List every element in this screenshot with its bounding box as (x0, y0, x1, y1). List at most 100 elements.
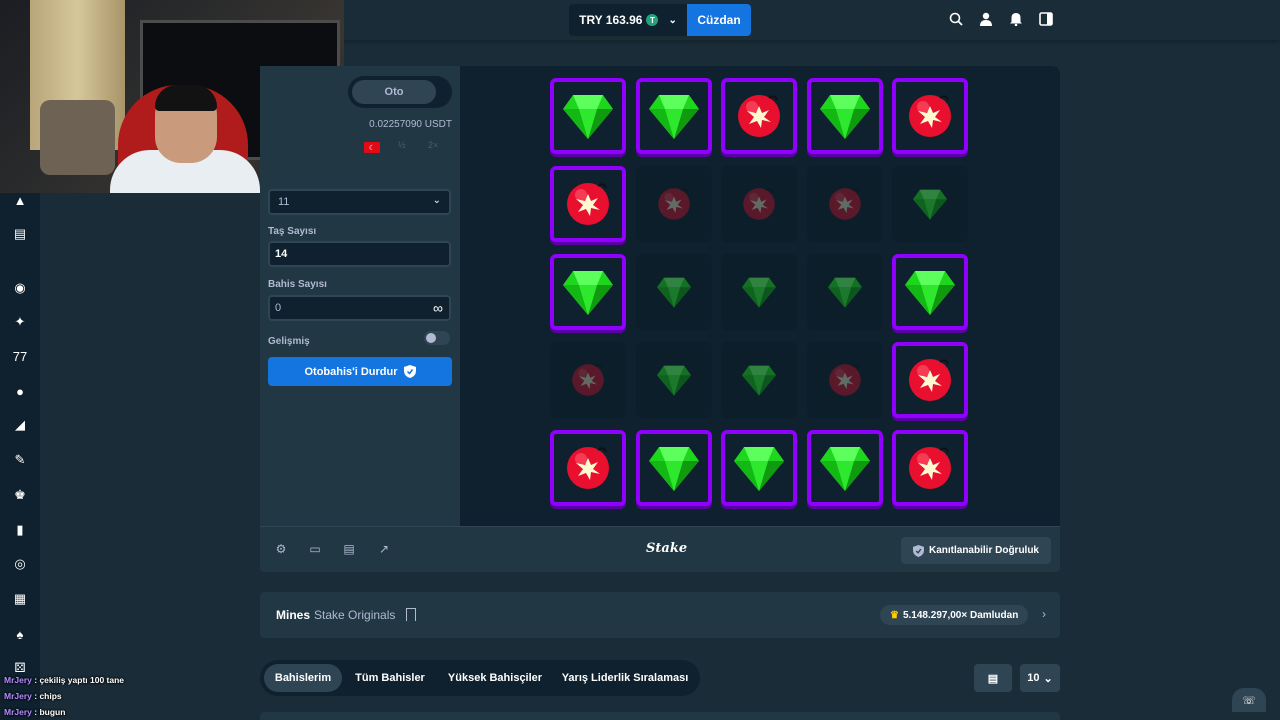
gift-icon[interactable]: ▦ (12, 591, 28, 607)
gem-tile[interactable] (550, 78, 626, 154)
double-button[interactable]: 2× (428, 140, 438, 150)
mine-tile[interactable] (721, 78, 797, 154)
mine-tile[interactable] (806, 166, 883, 242)
provably-fair-button[interactable]: Kanıtlanabilir Doğruluk (901, 537, 1051, 564)
wallet-button[interactable]: Cüzdan (687, 4, 751, 36)
mine-icon (828, 364, 861, 396)
news-icon[interactable]: ▤ (12, 226, 28, 242)
advanced-toggle[interactable] (424, 331, 450, 345)
tab-race-leaderboard[interactable]: Yarış Liderlik Sıralaması (556, 664, 694, 692)
chat-user: MrJery (4, 707, 32, 717)
bet-count-field[interactable]: 0 ∞ (268, 295, 451, 321)
usdt-value: 0.02257090 USDT (369, 119, 452, 130)
gem-tile[interactable] (635, 254, 712, 330)
support-headset-icon[interactable]: ☏ (1232, 688, 1266, 712)
search-icon[interactable] (948, 11, 964, 27)
bell-icon[interactable] (1008, 11, 1024, 27)
mine-tile[interactable] (550, 166, 626, 242)
mine-icon (738, 95, 780, 137)
mic-icon[interactable]: ✎ (12, 452, 28, 468)
gems-field[interactable]: 14 (268, 241, 451, 267)
bookmark-icon[interactable] (406, 608, 416, 621)
mine-tile[interactable] (635, 166, 712, 242)
mine-tile[interactable] (550, 430, 626, 506)
bets-count-value: 10 (1027, 672, 1040, 684)
game-title: Mines (276, 608, 311, 622)
mines-board (460, 66, 1060, 526)
game-panel: Oto 0.02257090 USDT ☾ ½ 2× 11 ⌄ Taş Sayı… (260, 66, 1060, 572)
chevron-right-icon[interactable]: › (1042, 607, 1046, 621)
mine-tile[interactable] (550, 342, 626, 418)
gem-icon (734, 447, 784, 491)
gear-icon[interactable]: ⚙ (274, 542, 288, 556)
chat-message: çekiliş yaptı 100 tane (39, 675, 125, 685)
mine-icon (567, 447, 609, 489)
gem-icon (656, 365, 691, 396)
roulette-icon[interactable]: ◎ (12, 556, 28, 572)
crown-icon[interactable]: ♚ (12, 487, 28, 503)
mine-tile[interactable] (892, 342, 968, 418)
top-icons (948, 11, 1054, 27)
fire-icon[interactable]: ● (12, 383, 28, 399)
webcam-armchair (40, 100, 115, 175)
mine-icon (909, 447, 951, 489)
gem-tile[interactable] (635, 78, 712, 154)
shirt-icon[interactable]: ◢ (12, 417, 28, 433)
seven-icon[interactable]: 77 (12, 348, 28, 364)
cards-icon[interactable]: ♠ (12, 626, 28, 642)
chip-icon[interactable]: ◉ (12, 280, 28, 296)
sparkle-icon[interactable]: ✦ (12, 314, 28, 330)
tab-my-bets[interactable]: Bahislerim (264, 664, 342, 692)
balance-dropdown[interactable]: TRY 163.96 T ⌄ (569, 4, 687, 36)
flask-icon[interactable]: ▲ (12, 192, 28, 208)
gem-icon (819, 447, 870, 491)
chevron-down-icon: ⌄ (668, 14, 677, 26)
mine-tile[interactable] (892, 430, 968, 506)
bets-filter-button[interactable]: ▤ (974, 664, 1012, 692)
theatre-mode-icon[interactable]: ▭ (308, 542, 322, 556)
stop-autobet-button[interactable]: Otobahis'i Durdur (268, 357, 452, 386)
gem-tile[interactable] (892, 254, 968, 330)
gem-tile[interactable] (892, 166, 968, 242)
mine-icon (567, 183, 609, 225)
gem-tile[interactable] (806, 430, 883, 506)
mine-icon (743, 188, 775, 220)
gem-tile[interactable] (721, 254, 797, 330)
gem-icon (648, 95, 699, 139)
gem-tile[interactable] (806, 254, 883, 330)
half-button[interactable]: ½ (398, 140, 406, 150)
tab-high-rollers[interactable]: Yüksek Bahisçiler (440, 664, 550, 692)
bets-count-select[interactable]: 10 ⌄ (1020, 664, 1060, 692)
trophy-icon: ♛ (890, 609, 899, 621)
mine-tile[interactable] (892, 78, 968, 154)
mine-tile[interactable] (721, 166, 797, 242)
infinity-icon[interactable]: ∞ (433, 300, 443, 316)
game-subtitle: Stake Originals (314, 608, 396, 622)
tab-auto[interactable]: Oto (352, 80, 436, 104)
turkey-flag-icon: ☾ (364, 142, 380, 153)
gem-tile[interactable] (721, 430, 797, 506)
bets-tabs: Bahislerim Tüm Bahisler Yüksek Bahisçile… (260, 660, 700, 696)
mines-select-value: 11 (278, 196, 290, 208)
gem-tile[interactable] (635, 342, 712, 418)
shield-check-icon (912, 544, 924, 557)
gem-tile[interactable] (721, 342, 797, 418)
record-text: 5.148.297,00× Damludan (902, 609, 1019, 621)
dice-icon[interactable]: ⚄ (12, 660, 28, 676)
user-icon[interactable] (978, 11, 994, 27)
external-link-icon[interactable]: ↗ (377, 542, 391, 556)
stake-logo: Stake (646, 541, 688, 556)
gem-icon (648, 447, 699, 491)
gem-tile[interactable] (550, 254, 626, 330)
mine-tile[interactable] (806, 342, 883, 418)
gem-icon (827, 277, 862, 308)
tab-all-bets[interactable]: Tüm Bahisler (348, 664, 432, 692)
battery-icon[interactable]: ▮ (12, 522, 28, 538)
gem-tile[interactable] (635, 430, 712, 506)
gem-tile[interactable] (806, 78, 883, 154)
chart-icon[interactable]: ▤ (342, 542, 356, 556)
mines-select[interactable]: 11 ⌄ (268, 189, 451, 215)
chat-user: MrJery (4, 675, 32, 685)
sidebar-toggle-icon[interactable] (1038, 11, 1054, 27)
game-info-bar[interactable]: Mines Stake Originals ♛ 5.148.297,00× Da… (260, 592, 1060, 638)
